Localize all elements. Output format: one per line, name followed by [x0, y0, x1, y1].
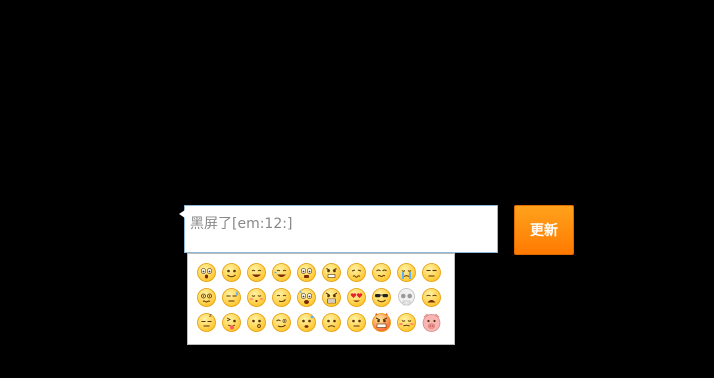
embarrassed-face-icon[interactable]: [394, 310, 419, 335]
awkward-face-icon[interactable]: [294, 310, 319, 335]
tongue-face-icon[interactable]: [219, 310, 244, 335]
dizzy-face-icon[interactable]: [194, 285, 219, 310]
sunglasses-face-icon[interactable]: [369, 285, 394, 310]
shocked-face-icon[interactable]: [294, 260, 319, 285]
unamused-face-icon[interactable]: [419, 260, 444, 285]
scared-face-icon[interactable]: [294, 285, 319, 310]
heart-eyes-face-icon[interactable]: [344, 285, 369, 310]
smile-face-icon[interactable]: [219, 260, 244, 285]
sweat-face-icon[interactable]: [219, 285, 244, 310]
neutral-face-icon[interactable]: [344, 310, 369, 335]
comment-input-value[interactable]: 黑屏了[em:12:]: [190, 213, 292, 233]
whistle-face-icon[interactable]: [244, 310, 269, 335]
surprised-face-icon[interactable]: [194, 260, 219, 285]
mad-face-icon[interactable]: [319, 285, 344, 310]
emoji-grid: z: [194, 260, 444, 335]
comment-input[interactable]: 黑屏了[em:12:]: [179, 205, 498, 253]
wink-face-icon[interactable]: [269, 310, 294, 335]
shy-face-icon[interactable]: [244, 285, 269, 310]
skull-icon[interactable]: [394, 285, 419, 310]
angry-face-icon[interactable]: [319, 260, 344, 285]
input-pointer: [179, 210, 185, 218]
sad-face-icon[interactable]: [419, 285, 444, 310]
frustrated-face-icon[interactable]: [344, 260, 369, 285]
update-button[interactable]: 更新: [514, 205, 574, 255]
svg-text:z: z: [209, 313, 212, 319]
devil-face-icon[interactable]: [369, 310, 394, 335]
pig-face-icon[interactable]: [419, 310, 444, 335]
emoji-panel: z: [187, 253, 455, 345]
grin-face-icon[interactable]: [244, 260, 269, 285]
frown-face-icon[interactable]: [319, 310, 344, 335]
crying-face-icon[interactable]: [394, 260, 419, 285]
smirk-face-icon[interactable]: [269, 285, 294, 310]
confused-face-icon[interactable]: [369, 260, 394, 285]
laughing-face-icon[interactable]: [269, 260, 294, 285]
page-background: 黑屏了[em:12:] 更新 z: [0, 0, 714, 378]
sleepy-face-icon[interactable]: z: [194, 310, 219, 335]
